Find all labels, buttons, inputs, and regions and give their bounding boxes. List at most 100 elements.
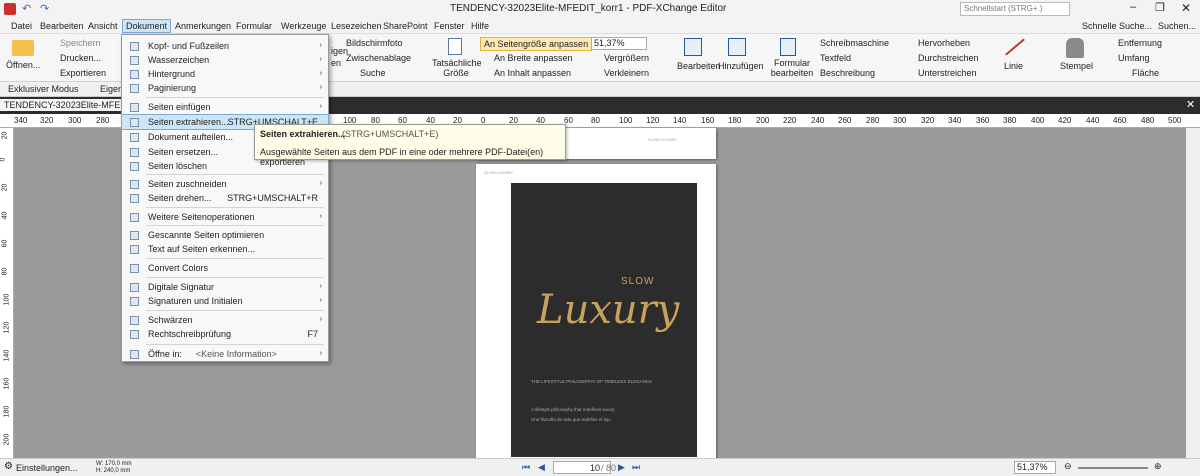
last-page-button[interactable]: ⏭ <box>632 462 640 473</box>
line-button[interactable]: Linie <box>1004 61 1023 71</box>
submenu-arrow-icon: › <box>319 316 322 323</box>
fit-width-button[interactable]: An Breite anpassen <box>494 53 573 63</box>
redo-icon[interactable]: ↷ <box>40 2 49 15</box>
menu-item-14[interactable]: Convert Colors <box>122 261 328 275</box>
menu-item-1[interactable]: Wasserzeichen › <box>122 53 328 67</box>
menu-item-3[interactable]: Paginierung › <box>122 81 328 95</box>
snapshot-button[interactable]: Bildschirmfoto <box>346 38 403 48</box>
fit-page-button[interactable]: An Seitengröße anpassen <box>480 37 593 51</box>
menu-item-label: Seiten extrahieren... <box>148 117 229 127</box>
menu-sharepoint[interactable]: SharePoint <box>383 21 428 31</box>
quick-search-button[interactable]: Schnelle Suche... <box>1082 21 1152 31</box>
page-total: / 80 <box>601 463 617 473</box>
print-button[interactable]: Drucken... <box>60 53 101 63</box>
menu-item-19[interactable]: Öffne in: <Keine Information> › <box>122 347 328 361</box>
submenu-arrow-icon: › <box>319 42 322 49</box>
fit-content-button[interactable]: An Inhalt anpassen <box>494 68 571 78</box>
menu-ansicht[interactable]: Ansicht <box>88 21 118 31</box>
form-edit-button[interactable]: Formular bearbeiten <box>768 58 816 78</box>
area-button[interactable]: Fläche <box>1132 68 1159 78</box>
underline-button[interactable]: Unterstreichen <box>918 68 977 78</box>
typewriter-button[interactable]: Schreibmaschine <box>820 38 889 48</box>
ruler-tick-label: 100 <box>3 293 11 306</box>
stamp-button[interactable]: Stempel <box>1060 61 1093 71</box>
status-zoom-select[interactable]: 51,37% <box>1014 461 1056 474</box>
edit-button[interactable]: Bearbeiten <box>677 61 721 71</box>
add-button[interactable]: Hinzufügen <box>718 61 764 71</box>
settings-button[interactable]: Einstellungen... <box>16 463 78 473</box>
menu-item-13[interactable]: Text auf Seiten erkennen... <box>122 242 328 256</box>
menu-formular[interactable]: Formular <box>236 21 272 31</box>
menu-item-label: Paginierung <box>148 83 197 93</box>
tooltip-shortcut: (STRG+UMSCHALT+E) <box>342 129 439 139</box>
undo-icon[interactable]: ↶ <box>22 2 31 15</box>
actual-size-button[interactable]: Tatsächliche Größe <box>432 58 482 78</box>
description-button[interactable]: Beschreibung <box>820 68 875 78</box>
menu-bearbeiten[interactable]: Bearbeiten <box>40 21 84 31</box>
ruler-tick-label: 300 <box>68 116 82 125</box>
vertical-scrollbar[interactable] <box>1186 128 1200 458</box>
menu-dokument[interactable]: Dokument <box>122 19 172 33</box>
save-button[interactable]: Speichern <box>60 38 101 48</box>
highlight-button[interactable]: Hervorheben <box>918 38 970 48</box>
ruler-tick-label: 340 <box>14 116 28 125</box>
zoom-out-button[interactable]: Verkleinern <box>604 68 649 78</box>
properties-button[interactable]: Eigen <box>100 84 123 94</box>
menu-datei[interactable]: Datei <box>11 21 32 31</box>
strikeout-button[interactable]: Durchstreichen <box>918 53 979 63</box>
menu-item-0[interactable]: Kopf- und Fußzeilen › <box>122 39 328 53</box>
perimeter-button[interactable]: Umfang <box>1118 53 1150 63</box>
menu-separator <box>146 207 324 208</box>
close-tab-icon[interactable]: ✕ <box>1186 98 1195 111</box>
exclusive-mode-button[interactable]: Exklusiver Modus <box>8 84 79 94</box>
menu-item-label: Hintergrund <box>148 69 196 79</box>
menu-hilfe[interactable]: Hilfe <box>471 21 489 31</box>
zoom-slider[interactable] <box>1078 467 1148 469</box>
search-button[interactable]: Suchen... <box>1158 21 1196 31</box>
menu-item-11[interactable]: Weitere Seitenoperationen › <box>122 210 328 224</box>
ruler-tick-label: 140 <box>673 116 687 125</box>
minimize-button[interactable]: – <box>1130 1 1136 13</box>
menu-fenster[interactable]: Fenster <box>434 21 465 31</box>
menu-item-2[interactable]: Hintergrund › <box>122 67 328 81</box>
menu-anmerkungen[interactable]: Anmerkungen <box>175 21 231 31</box>
menu-item-18[interactable]: Rechtschreibprüfung F7 <box>122 327 328 341</box>
textfield-button[interactable]: Textfeld <box>820 53 851 63</box>
ruler-tick-label: 240 <box>811 116 825 125</box>
ruler-tick-label: 420 <box>1058 116 1072 125</box>
submenu-arrow-icon: › <box>319 84 322 91</box>
menu-item-extra: <Keine Information> <box>195 349 277 359</box>
menu-item-15[interactable]: Digitale Signatur › <box>122 280 328 294</box>
close-button[interactable]: ✕ <box>1181 1 1191 15</box>
menu-lesezeichen[interactable]: Lesezeichen <box>331 21 382 31</box>
menu-item-icon <box>130 42 139 51</box>
quick-launch-input[interactable]: Schnellstart (STRG+.) <box>960 2 1070 16</box>
menu-item-icon <box>130 264 139 273</box>
prev-page-button[interactable]: ◀ <box>538 462 545 473</box>
current-page: SLOW LUXURY SLOW Luxury THE LIFESTYLE PH… <box>476 164 716 460</box>
zoom-select[interactable]: 51,37% <box>591 37 647 50</box>
cover-line-2: Une filosofia de vida que redefine el lu… <box>531 417 611 422</box>
zoom-in-button[interactable]: Vergrößern <box>604 53 649 63</box>
menu-item-16[interactable]: Signaturen und Initialen › <box>122 294 328 308</box>
search-dropdown[interactable]: Suche <box>360 68 386 78</box>
menu-item-4[interactable]: Seiten einfügen › <box>122 100 328 114</box>
export-button[interactable]: Exportieren <box>60 68 106 78</box>
maximize-button[interactable]: ❐ <box>1155 1 1165 14</box>
settings-icon[interactable]: ⚙ <box>4 461 13 472</box>
zoom-out-icon[interactable]: ⊖ <box>1064 461 1072 472</box>
menu-item-17[interactable]: Schwärzen › <box>122 313 328 327</box>
clipboard-button[interactable]: Zwischenablage <box>346 53 411 63</box>
first-page-button[interactable]: ⏮ <box>522 462 530 473</box>
next-page-button[interactable]: ▶ <box>618 462 625 473</box>
zoom-in-icon[interactable]: ⊕ <box>1154 461 1162 472</box>
ruler-tick-label: 160 <box>3 377 11 390</box>
ruler-tick-label: 480 <box>1141 116 1155 125</box>
menu-item-10[interactable]: Seiten drehen... STRG+UMSCHALT+R <box>122 191 328 205</box>
open-button[interactable]: Öffnen... <box>6 60 40 70</box>
menu-item-12[interactable]: Gescannte Seiten optimieren <box>122 228 328 242</box>
menu-item-9[interactable]: Seiten zuschneiden › <box>122 177 328 191</box>
menu-werkzeuge[interactable]: Werkzeuge <box>281 21 326 31</box>
menu-item-icon <box>130 162 139 171</box>
erase-button[interactable]: Entfernung <box>1118 38 1162 48</box>
